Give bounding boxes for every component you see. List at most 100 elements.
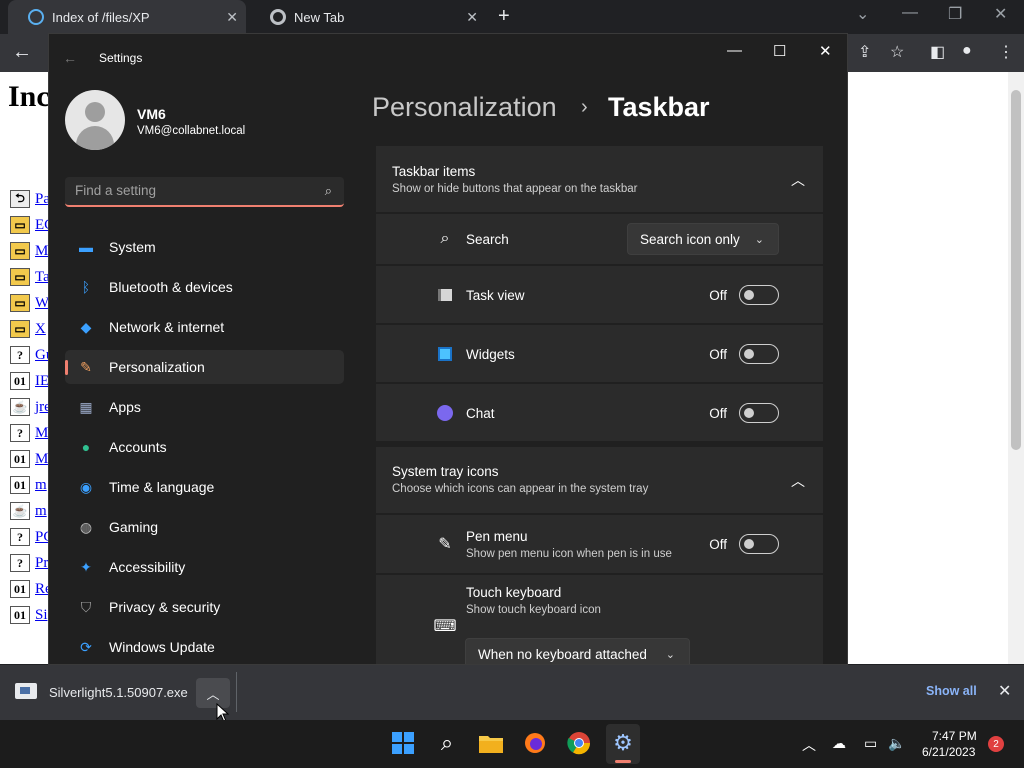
network-icon[interactable]: ▭ bbox=[864, 735, 877, 752]
directory-link[interactable]: Pr bbox=[35, 555, 48, 572]
file-explorer-icon[interactable] bbox=[478, 730, 504, 756]
side-panel-icon[interactable]: ◧ bbox=[930, 42, 945, 62]
tab-label: New Tab bbox=[294, 9, 345, 25]
firefox-icon[interactable] bbox=[522, 730, 548, 756]
sidebar-item-time-language[interactable]: ◉ Time & language bbox=[65, 470, 344, 504]
tab-search-icon[interactable]: ⌄ bbox=[856, 4, 869, 24]
close-window-icon[interactable]: ✕ bbox=[994, 4, 1007, 24]
clock-date[interactable]: 6/21/2023 bbox=[922, 745, 975, 759]
section-subtitle: Show or hide buttons that appear on the … bbox=[392, 183, 638, 195]
chevron-up-icon[interactable]: ︿ bbox=[791, 170, 805, 190]
back-arrow-icon[interactable]: ← bbox=[12, 41, 32, 64]
sidebar-item-label: Windows Update bbox=[109, 639, 215, 655]
notification-badge[interactable]: 2 bbox=[988, 736, 1004, 752]
sidebar-item-accounts[interactable]: ● Accounts bbox=[65, 430, 344, 464]
sidebar-item-accessibility[interactable]: ✦ Accessibility bbox=[65, 550, 344, 584]
restore-icon[interactable]: ❐ bbox=[948, 4, 962, 24]
binary-icon: 01 bbox=[10, 580, 30, 598]
onedrive-icon[interactable]: ☁ bbox=[832, 735, 846, 752]
system-tray-header[interactable]: System tray icons Choose which icons can… bbox=[376, 447, 823, 513]
shield-icon: ⛉ bbox=[80, 598, 92, 615]
gamepad-icon: ◍ bbox=[79, 518, 93, 535]
page-heading: Inc bbox=[8, 80, 50, 113]
sidebar-item-label: Time & language bbox=[109, 479, 215, 495]
minimize-icon[interactable]: — bbox=[727, 42, 742, 59]
widgets-row: Widgets Off bbox=[376, 324, 823, 382]
search-input[interactable] bbox=[75, 183, 305, 198]
directory-listing-row: ▭ M bbox=[10, 240, 48, 262]
settings-gear-icon[interactable]: ⚙ bbox=[610, 730, 636, 756]
widgets-toggle[interactable] bbox=[739, 344, 779, 364]
directory-link[interactable]: M bbox=[35, 243, 48, 260]
search-box[interactable]: ⌕ bbox=[65, 177, 344, 207]
binary-icon: 01 bbox=[10, 450, 30, 468]
java-icon: ☕ bbox=[10, 398, 30, 416]
back-arrow-icon[interactable]: ← bbox=[63, 50, 77, 66]
sidebar-item-label: Accounts bbox=[109, 439, 167, 455]
close-tab-icon[interactable]: ✕ bbox=[466, 9, 478, 26]
sidebar-item-personalization[interactable]: ✎ Personalization bbox=[65, 350, 344, 384]
avatar[interactable] bbox=[65, 90, 125, 150]
tab-index-of-files[interactable]: Index of /files/XP ✕ bbox=[8, 0, 246, 34]
directory-link[interactable]: M bbox=[35, 451, 48, 468]
binary-icon: 01 bbox=[10, 476, 30, 494]
directory-link[interactable]: m bbox=[35, 503, 47, 520]
pen-icon: ✎ bbox=[438, 536, 452, 553]
chevron-up-icon[interactable]: ︿ bbox=[802, 735, 816, 755]
chat-toggle[interactable] bbox=[739, 403, 779, 423]
sidebar-item-network-internet[interactable]: ◆ Network & internet bbox=[65, 310, 344, 344]
show-all-link[interactable]: Show all bbox=[926, 684, 977, 698]
sidebar-item-gaming[interactable]: ◍ Gaming bbox=[65, 510, 344, 544]
pen-menu-toggle[interactable] bbox=[739, 534, 779, 554]
dropdown-value: When no keyboard attached bbox=[478, 646, 647, 662]
touch-keyboard-dropdown[interactable]: When no keyboard attached ⌄ bbox=[465, 638, 690, 664]
directory-listing-row: ? M bbox=[10, 422, 48, 444]
taskbar-items-header[interactable]: Taskbar items Show or hide buttons that … bbox=[376, 146, 823, 212]
tab-new-tab[interactable]: New Tab ✕ bbox=[250, 0, 486, 34]
active-indicator bbox=[615, 760, 631, 763]
sidebar-item-apps[interactable]: ▦ Apps bbox=[65, 390, 344, 424]
close-icon[interactable]: ✕ bbox=[998, 681, 1011, 701]
breadcrumb-separator: › bbox=[581, 96, 588, 118]
task-view-toggle[interactable] bbox=[739, 285, 779, 305]
bookmark-star-icon[interactable]: ☆ bbox=[890, 42, 904, 62]
sidebar-item-windows-update[interactable]: ⟳ Windows Update bbox=[65, 630, 344, 664]
directory-link[interactable]: Si bbox=[35, 607, 48, 624]
scrollbar-thumb[interactable] bbox=[1011, 90, 1021, 450]
directory-link[interactable]: m bbox=[35, 477, 47, 494]
profile-icon[interactable]: ● bbox=[962, 42, 972, 60]
sidebar-item-privacy-security[interactable]: ⛉ Privacy & security bbox=[65, 590, 344, 624]
close-icon[interactable]: ✕ bbox=[819, 42, 832, 60]
search-icon[interactable]: ⌕ bbox=[434, 730, 460, 756]
chrome-icon[interactable] bbox=[566, 730, 592, 756]
download-filename[interactable]: Silverlight5.1.50907.exe bbox=[49, 685, 188, 700]
breadcrumb-parent[interactable]: Personalization bbox=[372, 92, 557, 123]
search-icon[interactable]: ⌕ bbox=[325, 183, 332, 199]
sidebar-item-label: Privacy & security bbox=[109, 599, 221, 615]
directory-link[interactable]: M bbox=[35, 425, 48, 442]
directory-listing-row: ▭ X bbox=[10, 318, 46, 340]
search-icon: ⌕ bbox=[440, 230, 450, 247]
clock-time[interactable]: 7:47 PM bbox=[932, 729, 977, 743]
start-windows-icon[interactable] bbox=[390, 730, 416, 756]
minimize-icon[interactable]: — bbox=[902, 4, 918, 22]
sidebar-item-bluetooth-devices[interactable]: ᛒ Bluetooth & devices bbox=[65, 270, 344, 304]
close-tab-icon[interactable]: ✕ bbox=[226, 9, 238, 26]
share-icon[interactable]: ⇪ bbox=[858, 42, 871, 62]
touch-keyboard-row: ⌨ Touch keyboard Show touch keyboard ico… bbox=[376, 574, 823, 664]
sidebar-item-system[interactable]: ▬ System bbox=[65, 230, 344, 264]
directory-listing-row: ? Gu bbox=[10, 344, 53, 366]
search-row: ⌕ Search Search icon only ⌄ bbox=[376, 213, 823, 264]
more-menu-icon[interactable]: ⋮ bbox=[998, 42, 1014, 62]
sidebar-item-label: System bbox=[109, 239, 156, 255]
maximize-icon[interactable]: ☐ bbox=[773, 42, 786, 60]
search-mode-dropdown[interactable]: Search icon only ⌄ bbox=[627, 223, 779, 255]
directory-link[interactable]: X bbox=[35, 321, 46, 338]
ie-icon bbox=[28, 9, 44, 25]
chevron-up-icon[interactable]: ︿ bbox=[791, 471, 805, 491]
directory-listing-row: ▭ W bbox=[10, 292, 49, 314]
new-tab-button[interactable]: + bbox=[498, 5, 510, 28]
volume-icon[interactable]: 🔈 bbox=[888, 735, 905, 752]
binary-icon: 01 bbox=[10, 372, 30, 390]
directory-listing-row: 01 Si bbox=[10, 604, 48, 626]
